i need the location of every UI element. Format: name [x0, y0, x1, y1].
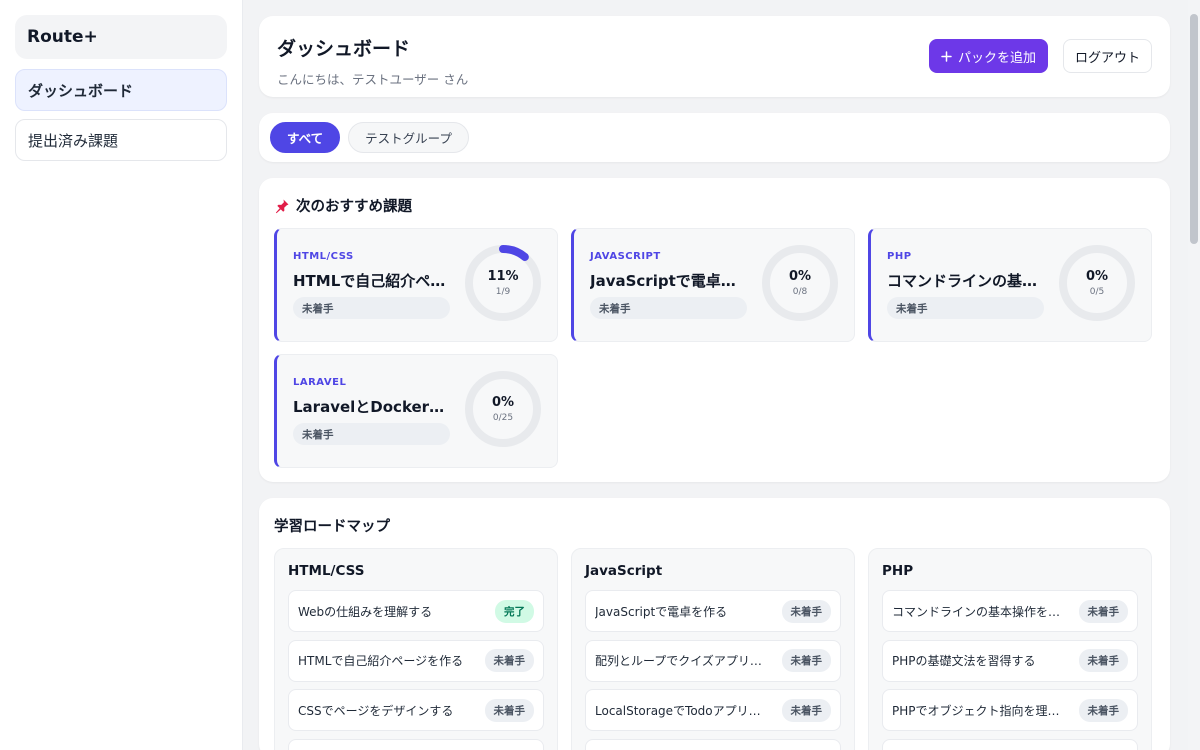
page-scrollbar[interactable] — [1188, 0, 1200, 750]
plus-icon — [941, 50, 952, 62]
roadmap-grid: HTML/CSS Webの仕組みを理解する 完了 HTMLで自己紹介ページを作る未… — [274, 548, 1155, 750]
filter-chip-test-group[interactable]: テストグループ — [348, 122, 469, 153]
roadmap-column-title: HTML/CSS — [288, 563, 365, 579]
recommended-item[interactable]: LARAVEL LaravelとDockerで… 未着手 0% 0/25 — [274, 354, 558, 468]
status-badge: 未着手 — [484, 698, 534, 722]
progress-fraction: 0/5 — [1089, 287, 1105, 297]
progress-ring-label: 0% 0/5 — [1057, 243, 1137, 323]
recommended-title-text: 次のおすすめ課題 — [296, 199, 412, 215]
progress-percent: 0% — [1085, 269, 1109, 284]
progress-percent: 11% — [487, 269, 519, 284]
add-pack-label: パックを追加 — [957, 50, 1036, 66]
recommended-item[interactable]: PHP コマンドラインの基… 未着手 0% 0/5 — [868, 228, 1152, 342]
roadmap-item-name: CSSでページをデザインする — [298, 703, 454, 718]
roadmap-item-name: 配列とループでクイズアプリ… — [595, 654, 762, 668]
page-header: ダッシュボード こんにちは、テストユーザー さん パックを追加 ログアウト — [259, 16, 1170, 97]
logout-button[interactable]: ログアウト — [1062, 39, 1152, 73]
progress-percent: 0% — [491, 395, 515, 410]
roadmap-item[interactable]: Webの仕組みを理解する 完了 — [288, 590, 544, 632]
roadmap-item-name: LocalStorageでTodoアプリを… — [595, 703, 770, 718]
progress-percent: 0% — [788, 269, 812, 284]
status-badge: 未着手 — [781, 599, 831, 623]
roadmap-column: PHP コマンドラインの基本操作を… 未着手 PHPの基礎文法を習得する 未着手 P… — [868, 548, 1152, 750]
progress-ring-label: 0% 0/8 — [760, 243, 840, 323]
roadmap-title: 学習ロードマップ — [274, 519, 390, 535]
header-actions: パックを追加 ログアウト — [928, 39, 1152, 73]
recommended-item-title: JavaScriptで電卓を… — [590, 272, 745, 290]
status-badge: 未着手 — [293, 297, 450, 319]
roadmap-item-name: コマンドラインの基本操作を… — [892, 604, 1061, 619]
progress-ring-label: 11% 1/9 — [463, 243, 543, 323]
progress-ring-label: 0% 0/25 — [463, 369, 543, 449]
recommended-section: 次のおすすめ課題 HTML/CSS HTMLで自己紹介ペ… 未着手 11% 1/… — [259, 178, 1170, 482]
progress-fraction: 1/9 — [495, 287, 511, 297]
progress-fraction: 0/25 — [492, 413, 514, 423]
status-badge: 未着手 — [293, 423, 450, 445]
status-badge: 未着手 — [887, 297, 1044, 319]
status-badge: 未着手 — [1078, 599, 1128, 623]
sidebar-item-submitted[interactable]: 提出済み課題 — [15, 119, 227, 161]
main-content: ダッシュボード こんにちは、テストユーザー さん パックを追加 ログアウト すべ… — [259, 16, 1170, 750]
pushpin-icon — [275, 199, 289, 213]
add-pack-button[interactable]: パックを追加 — [928, 39, 1048, 73]
filter-chip-all[interactable]: すべて — [270, 122, 341, 153]
recommended-item-title: LaravelとDockerで… — [293, 398, 448, 416]
sidebar-item-dashboard[interactable]: ダッシュボード — [15, 69, 227, 111]
status-badge: 未着手 — [590, 297, 747, 319]
roadmap-item[interactable] — [585, 738, 841, 750]
roadmap-item[interactable]: CSSでページをデザインする 未着手 — [288, 689, 544, 731]
recommended-title: 次のおすすめ課題 — [274, 195, 1155, 216]
roadmap-item[interactable] — [288, 738, 544, 750]
progress-fraction: 0/8 — [792, 287, 808, 297]
scrollbar-thumb[interactable] — [1190, 14, 1198, 244]
roadmap-item-name: PHPでオブジェクト指向を理… — [892, 703, 1060, 718]
roadmap-item-name: PHPの基礎文法を習得する — [892, 654, 1036, 668]
sidebar: Route+ ダッシュボード 提出済み課題 — [0, 0, 243, 750]
recommended-grid: HTML/CSS HTMLで自己紹介ペ… 未着手 11% 1/9 JAVASCR… — [274, 228, 1155, 468]
status-badge: 未着手 — [1078, 698, 1128, 722]
roadmap-item[interactable]: PHPでオブジェクト指向を理… 未着手 — [882, 689, 1138, 731]
roadmap-item[interactable]: PHPの基礎文法を習得する 未着手 — [882, 639, 1138, 682]
roadmap-item-name: HTMLで自己紹介ページを作る — [298, 654, 464, 668]
roadmap-column-title: PHP — [882, 563, 914, 579]
roadmap-item-name: JavaScriptで電卓を作る — [595, 604, 728, 619]
roadmap-item[interactable]: コマンドラインの基本操作を… 未着手 — [882, 590, 1138, 632]
recommended-item-title: HTMLで自己紹介ペ… — [293, 272, 446, 290]
status-badge: 未着手 — [781, 649, 831, 672]
roadmap-section: 学習ロードマップ HTML/CSS Webの仕組みを理解する 完了 HTMLで自己… — [259, 498, 1170, 750]
status-badge: 未着手 — [1078, 649, 1128, 672]
recommended-item[interactable]: HTML/CSS HTMLで自己紹介ペ… 未着手 11% 1/9 — [274, 228, 558, 342]
group-filter: すべて テストグループ — [259, 113, 1170, 162]
status-badge: 完了 — [495, 599, 534, 623]
roadmap-item[interactable] — [882, 738, 1138, 750]
roadmap-item[interactable]: LocalStorageでTodoアプリを… 未着手 — [585, 689, 841, 731]
roadmap-item[interactable]: JavaScriptで電卓を作る 未着手 — [585, 590, 841, 632]
roadmap-item[interactable]: HTMLで自己紹介ページを作る 未着手 — [288, 639, 544, 682]
recommended-item-title: コマンドラインの基… — [887, 272, 1038, 290]
status-badge: 未着手 — [781, 698, 831, 722]
roadmap-item-name: Webの仕組みを理解する — [298, 604, 433, 619]
roadmap-item[interactable]: 配列とループでクイズアプリ… 未着手 — [585, 639, 841, 682]
recommended-item[interactable]: JAVASCRIPT JavaScriptで電卓を… 未着手 0% 0/8 — [571, 228, 855, 342]
roadmap-column: HTML/CSS Webの仕組みを理解する 完了 HTMLで自己紹介ページを作る未… — [274, 548, 558, 750]
roadmap-column-title: JavaScript — [585, 563, 663, 579]
roadmap-column: JavaScript JavaScriptで電卓を作る 未着手 配列とループでクイ… — [571, 548, 855, 750]
status-badge: 未着手 — [484, 649, 534, 672]
brand-logo[interactable]: Route+ — [15, 15, 227, 59]
